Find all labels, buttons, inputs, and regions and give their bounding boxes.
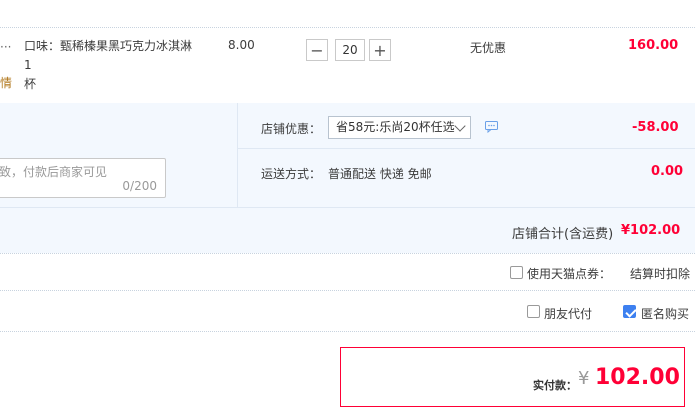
shipping-label: 运送方式：: [261, 167, 322, 181]
unit-price: 8.00: [228, 38, 255, 52]
item-subtotal: 160.00: [628, 38, 679, 53]
quantity-input[interactable]: 20: [335, 39, 365, 61]
shipping-fee: 0.00: [651, 164, 684, 179]
shop-promo-select-value: 省58元:乐尚20杯任选: [336, 120, 455, 134]
anonymous-label: 匿名购买: [641, 307, 690, 321]
quantity-decrease-button[interactable]: −: [306, 39, 328, 61]
quantity-increase-button[interactable]: +: [369, 39, 391, 61]
shop-total-value: ¥102.00: [621, 223, 681, 238]
panel-row-divider: [237, 148, 695, 149]
tmall-points-checkbox[interactable]: [510, 266, 523, 279]
item-discount: 无优惠: [470, 41, 507, 55]
detail-link-fragment[interactable]: 情: [0, 74, 12, 91]
item-spec-line1: 口味：甄稀榛果黑巧克力冰淇淋1: [24, 39, 193, 72]
shop-promo-label: 店铺优惠：: [261, 122, 322, 136]
payment-currency: ¥: [578, 368, 590, 389]
deduct-note: 结算时扣除: [630, 267, 691, 281]
anonymous-checkbox[interactable]: [623, 305, 636, 318]
shop-total-label: 店铺合计(含运费): [512, 227, 614, 242]
options-divider-mid: [0, 290, 695, 291]
chat-icon[interactable]: [485, 121, 498, 136]
top-divider: [0, 27, 695, 28]
panel-total-divider: [0, 207, 695, 208]
friend-pay-checkbox[interactable]: [527, 305, 540, 318]
friend-pay-label: 朋友代付: [544, 307, 593, 321]
chevron-down-icon: [454, 120, 466, 132]
shop-promo-amount: -58.00: [632, 120, 679, 135]
payment-amount: 102.00: [595, 365, 680, 390]
options-divider-top: [0, 253, 695, 254]
item-spec: 口味：甄稀榛果黑巧克力冰淇淋1 杯: [24, 37, 194, 94]
options-divider-bottom: [0, 331, 695, 332]
shop-promo-select[interactable]: 省58元:乐尚20杯任选: [328, 116, 471, 139]
payment-label: 实付款：: [533, 379, 577, 392]
row-ellipsis: ···: [0, 40, 12, 54]
buyer-message-input[interactable]: 致，付款后商家可见 0/200: [0, 158, 166, 198]
tmall-points-label: 使用天猫点券：: [527, 267, 612, 281]
item-spec-line2: 杯: [24, 77, 37, 91]
shipping-method: 普通配送 快递 免邮: [328, 167, 432, 181]
payment-summary: 实付款： ¥ 102.00: [340, 347, 685, 407]
buyer-message-placeholder: 致，付款后商家可见: [0, 165, 108, 179]
panel-divider: [237, 103, 238, 207]
buyer-message-count: 0/200: [122, 179, 157, 193]
